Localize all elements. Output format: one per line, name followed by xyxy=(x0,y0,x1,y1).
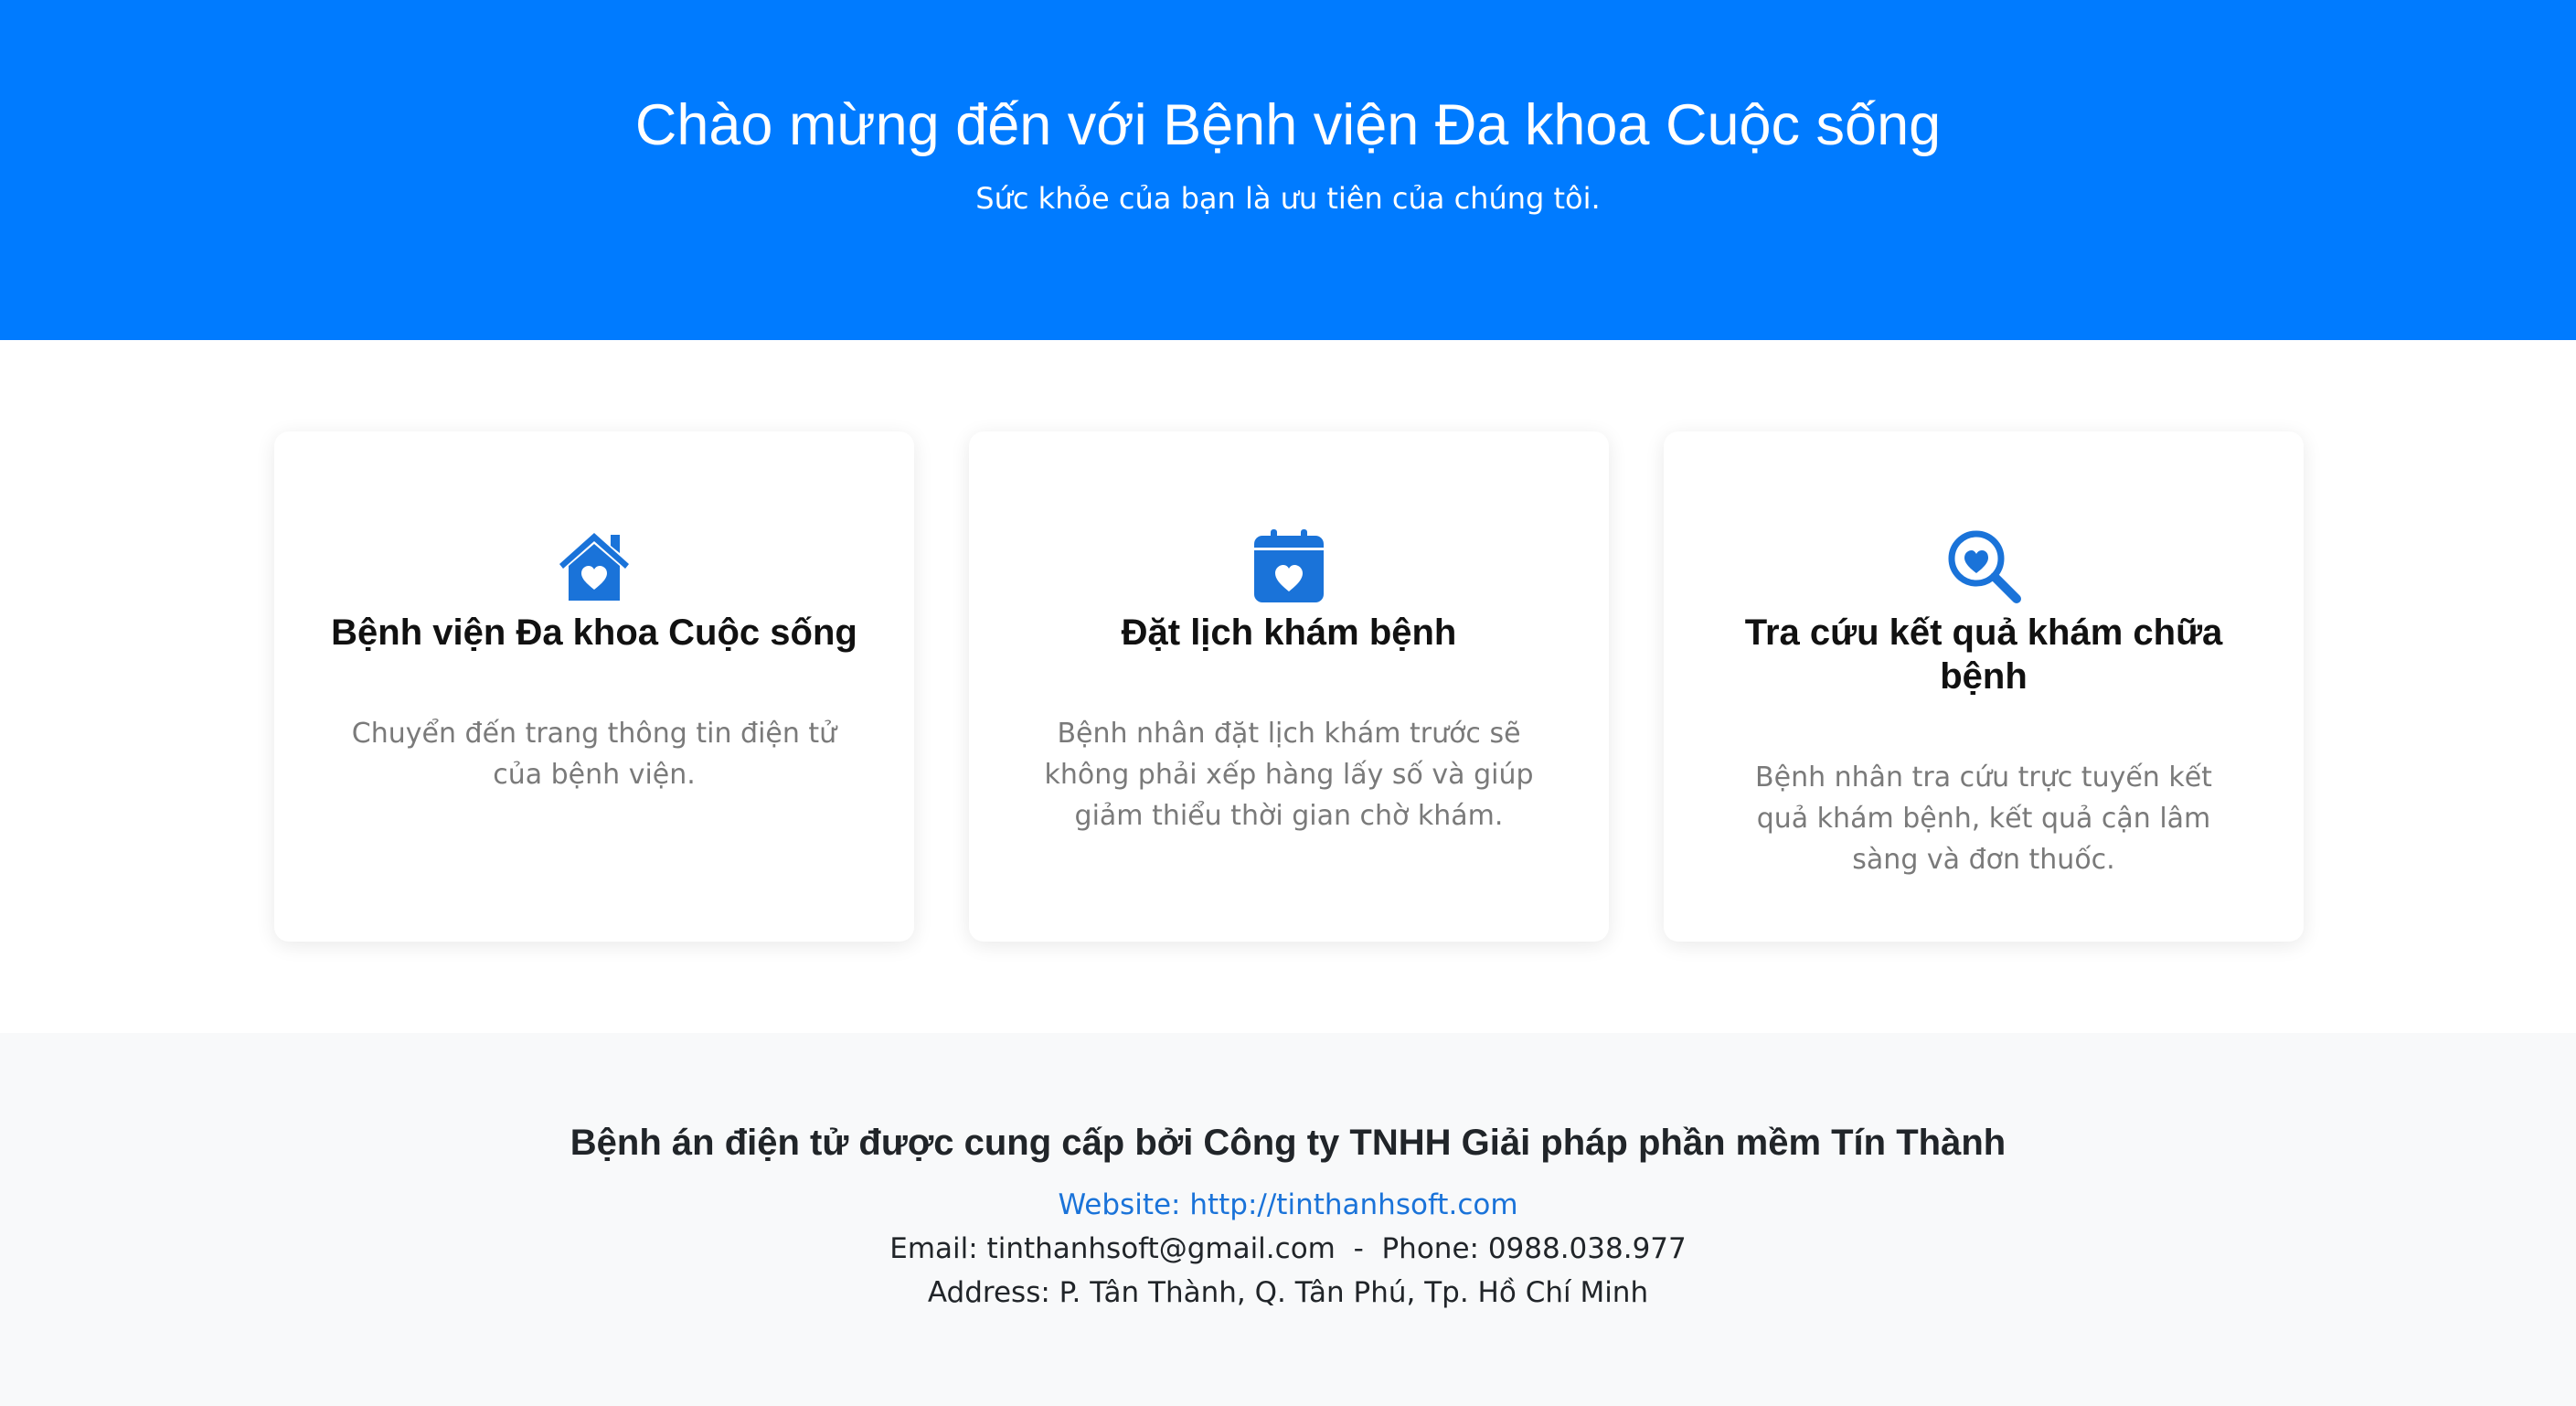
card-description: Bệnh nhân đặt lịch khám trước sẽ không p… xyxy=(1044,718,1534,832)
footer: Bệnh án điện tử được cung cấp bởi Công t… xyxy=(0,1033,2576,1406)
card-results-lookup[interactable]: Tra cứu kết quả khám chữa bệnh Bệnh nhân… xyxy=(1664,431,2304,942)
footer-address: Address: P. Tân Thành, Q. Tân Phú, Tp. H… xyxy=(927,1276,1649,1309)
footer-title: Bệnh án điện tử được cung cấp bởi Công t… xyxy=(569,1123,2007,1163)
page-title: Chào mừng đến với Bệnh viện Đa khoa Cuộc… xyxy=(634,93,1942,157)
phone-value: 0988.038.977 xyxy=(1487,1232,1687,1265)
service-cards: Bệnh viện Đa khoa Cuộc sống Chuyển đến t… xyxy=(0,340,2576,1033)
email-label: Email: xyxy=(889,1232,987,1265)
phone-label: Phone: xyxy=(1381,1232,1488,1265)
card-title: Đặt lịch khám bệnh xyxy=(1121,612,1457,653)
website-link[interactable]: Website: http://tinthanhsoft.com xyxy=(1058,1188,1517,1221)
search-heart-icon xyxy=(1945,527,2022,604)
contact-separator: - xyxy=(1353,1232,1364,1265)
footer-website: Website: http://tinthanhsoft.com xyxy=(0,1185,2576,1225)
email-value: tinthanhsoft@gmail.com xyxy=(986,1232,1336,1265)
card-appointment[interactable]: Đặt lịch khám bệnh Bệnh nhân đặt lịch kh… xyxy=(969,431,1609,942)
house-heart-icon xyxy=(556,527,633,604)
calendar-heart-icon xyxy=(1251,527,1327,604)
website-label: Website: xyxy=(1058,1188,1190,1221)
card-title: Bệnh viện Đa khoa Cuộc sống xyxy=(331,612,857,653)
card-hospital-info[interactable]: Bệnh viện Đa khoa Cuộc sống Chuyển đến t… xyxy=(274,431,914,942)
footer-contact: Email: tinthanhsoft@gmail.com - Phone: 0… xyxy=(0,1229,2576,1269)
card-description: Bệnh nhân tra cứu trực tuyến kết quả khá… xyxy=(1755,762,2212,876)
card-description: Chuyển đến trang thông tin điện tử của b… xyxy=(351,718,837,791)
card-title: Tra cứu kết quả khám chữa bệnh xyxy=(1744,612,2223,697)
page-subtitle: Sức khỏe của bạn là ưu tiên của chúng tô… xyxy=(975,181,1601,216)
website-url: http://tinthanhsoft.com xyxy=(1189,1188,1518,1221)
hero-banner: Chào mừng đến với Bệnh viện Đa khoa Cuộc… xyxy=(0,0,2576,340)
